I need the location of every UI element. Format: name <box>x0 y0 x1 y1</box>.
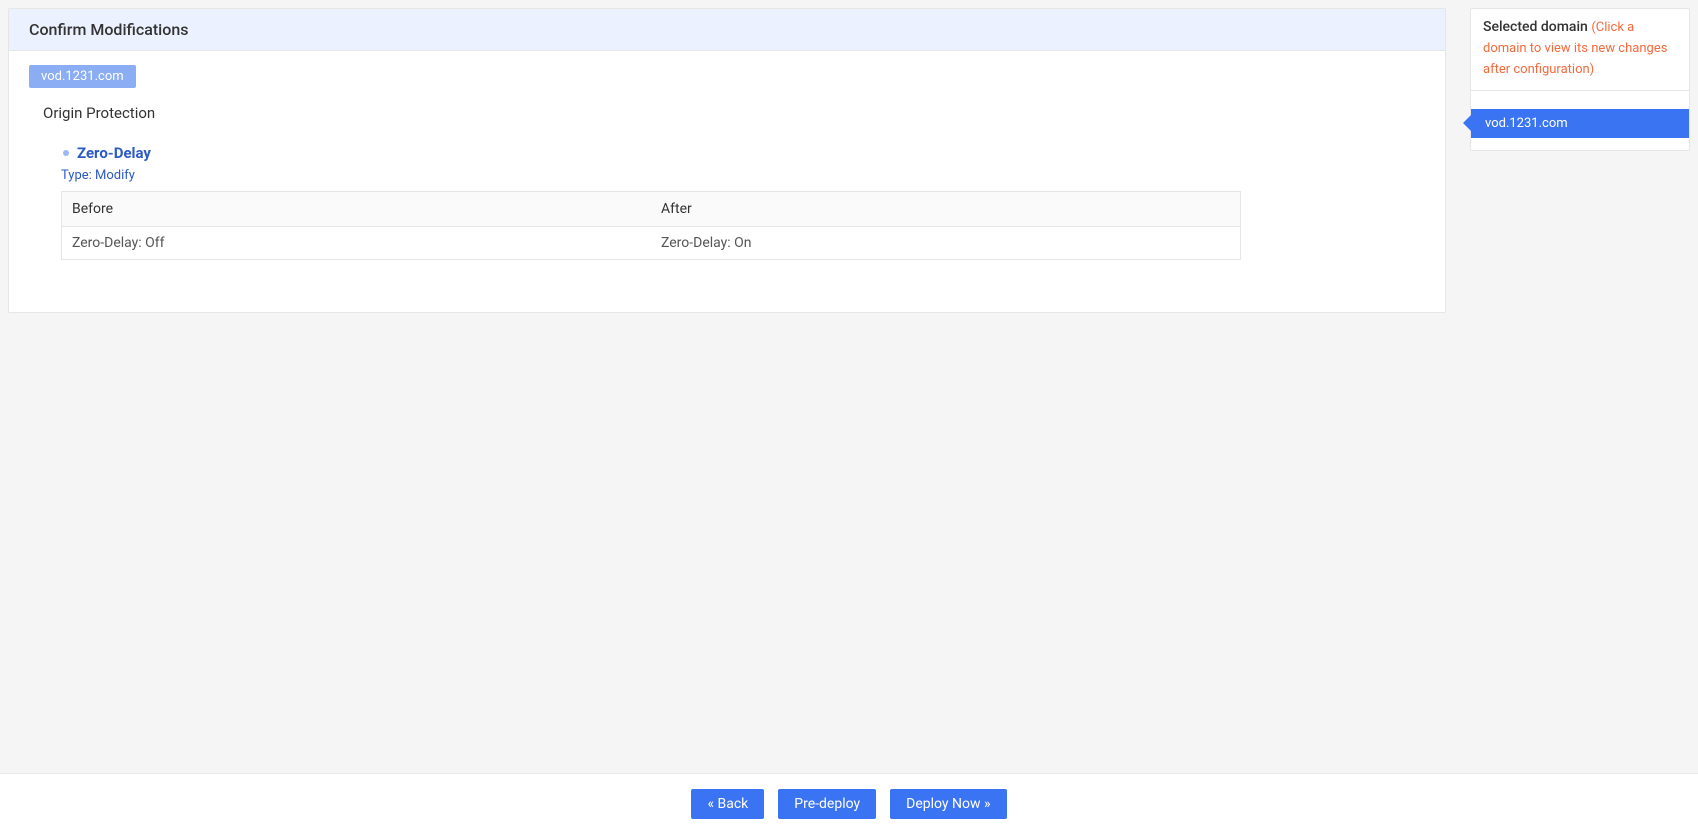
table-header-row: Before After <box>62 192 1241 227</box>
table-row: Zero-Delay: Off Zero-Delay: On <box>62 227 1241 260</box>
panel-header: Confirm Modifications <box>9 9 1445 51</box>
col-before: Before <box>62 192 652 227</box>
side-header: Selected domain (Click a domain to view … <box>1471 9 1689 91</box>
back-button[interactable]: « Back <box>691 789 764 819</box>
side-title: Selected domain <box>1483 19 1588 35</box>
diff-table: Before After Zero-Delay: Off Zero-Delay:… <box>61 191 1241 260</box>
change-type: Type: Modify <box>61 168 1425 183</box>
before-value: Zero-Delay: Off <box>62 227 652 260</box>
col-after: After <box>651 192 1241 227</box>
sidebar-domain-item[interactable]: vod.1231.com <box>1471 109 1689 138</box>
page-title: Confirm Modifications <box>29 20 1425 39</box>
after-value: Zero-Delay: On <box>651 227 1241 260</box>
bullet-icon <box>63 150 69 156</box>
section-title: Origin Protection <box>43 104 1425 122</box>
main-panel: Confirm Modifications vod.1231.com Origi… <box>8 8 1446 313</box>
change-name: Zero-Delay <box>77 144 151 162</box>
change-item: Zero-Delay Type: Modify Before After Zer… <box>63 144 1425 260</box>
footer-bar: « Back Pre-deploy Deploy Now » <box>0 773 1698 833</box>
side-panel: Selected domain (Click a domain to view … <box>1470 8 1690 151</box>
panel-body: vod.1231.com Origin Protection Zero-Dela… <box>9 51 1445 290</box>
deploy-button[interactable]: Deploy Now » <box>890 789 1006 819</box>
predeploy-button[interactable]: Pre-deploy <box>778 789 876 819</box>
change-name-row: Zero-Delay <box>63 144 1425 162</box>
domain-tag[interactable]: vod.1231.com <box>29 65 136 88</box>
